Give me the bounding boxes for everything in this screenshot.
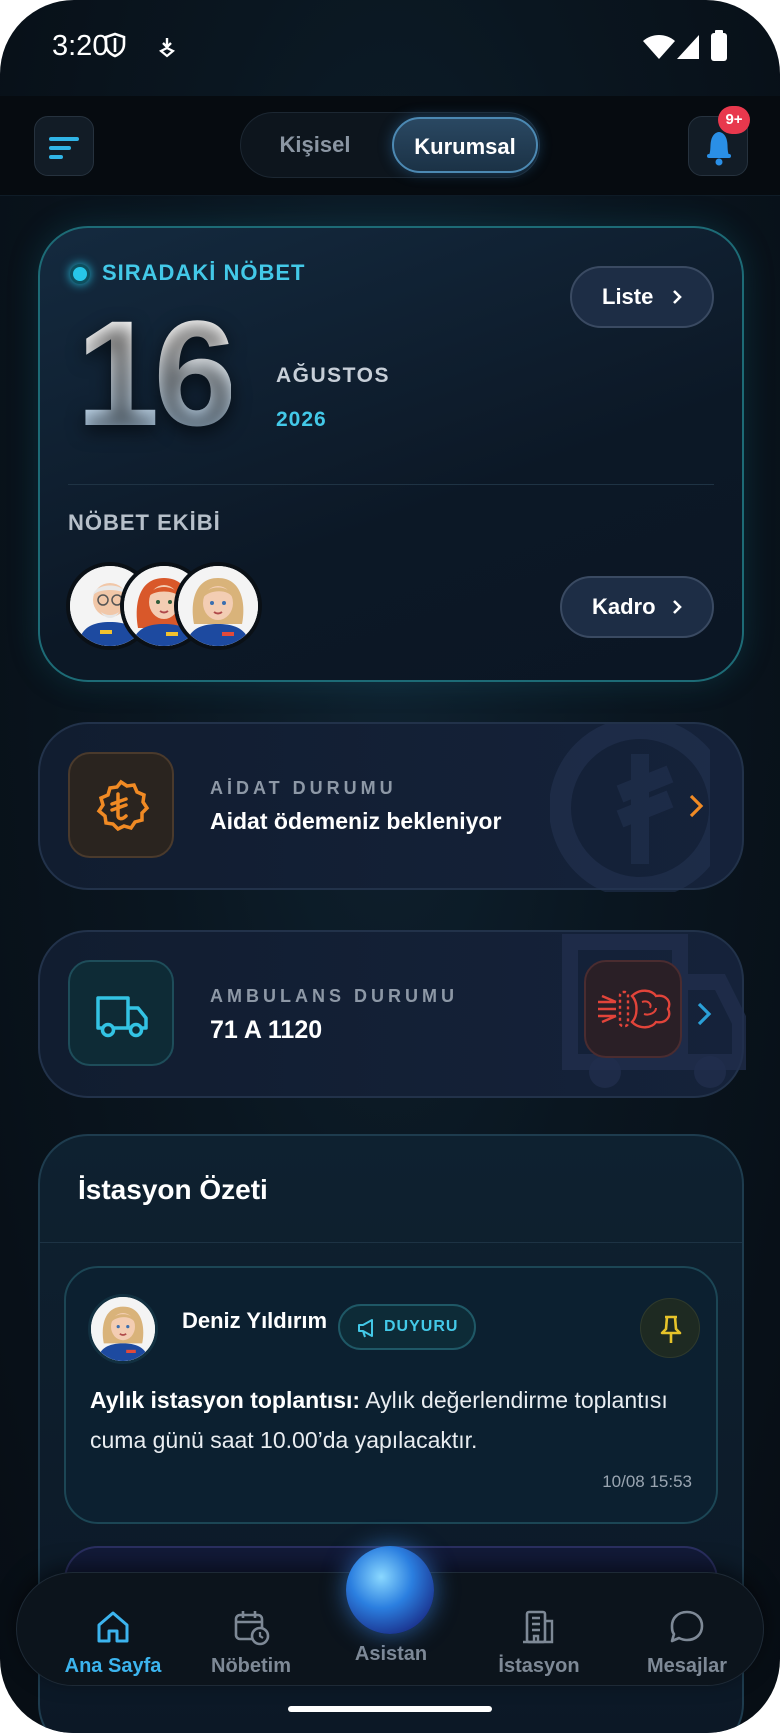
chat-bubble-icon xyxy=(670,1610,704,1643)
nav-home-label: Ana Sayfa xyxy=(64,1655,162,1677)
engine-warning-box xyxy=(584,960,682,1058)
shield-icon xyxy=(104,32,126,58)
ambulance-status-card[interactable]: AMBULANS DURUMU 71 A 1120 xyxy=(38,930,746,1098)
shift-year: 2026 xyxy=(276,408,327,431)
tab-personal[interactable]: Kişisel xyxy=(255,113,375,177)
list-button-label: Liste xyxy=(602,284,654,309)
nav-messages-label: Mesajlar xyxy=(646,1655,728,1677)
avatar[interactable] xyxy=(174,562,262,650)
nav-home[interactable]: Ana Sayfa xyxy=(43,1607,183,1678)
station-summary-title: İstasyon Özeti xyxy=(78,1174,268,1205)
tab-corporate[interactable]: Kurumsal xyxy=(392,117,538,173)
nav-assistant-label: Asistan xyxy=(354,1643,428,1665)
calendar-clock-icon xyxy=(234,1611,270,1646)
megaphone-icon xyxy=(358,1319,373,1338)
roster-button[interactable]: Kadro xyxy=(560,576,714,638)
roster-button-label: Kadro xyxy=(592,594,656,619)
assistant-orb-icon[interactable] xyxy=(346,1546,434,1634)
nav-assistant[interactable]: Asistan xyxy=(321,1643,461,1666)
phone-screen: 3:20 Kişisel Kurumsal 9+ SIRADAKİ NÖBET … xyxy=(0,0,780,1733)
post-timestamp: 10/08 15:53 xyxy=(602,1472,692,1491)
chevron-right-icon xyxy=(673,290,682,304)
divider xyxy=(68,484,714,485)
wifi-icon xyxy=(643,35,675,59)
announcement-tag-label: DUYURU xyxy=(384,1318,459,1335)
chevron-right-icon xyxy=(697,1002,712,1026)
next-shift-label: SIRADAKİ NÖBET xyxy=(102,260,306,285)
avatar xyxy=(88,1294,158,1364)
exhaust-warning-icon xyxy=(598,989,671,1029)
status-bar: 3:20 xyxy=(0,0,780,96)
notification-badge: 9+ xyxy=(718,106,750,134)
announcement-tag: DUYURU xyxy=(338,1304,476,1350)
ambulance-plate: 71 A 1120 xyxy=(210,1016,323,1044)
top-bar: Kişisel Kurumsal 9+ xyxy=(0,96,780,196)
shift-day: 16 xyxy=(76,289,237,457)
next-shift-card: SIRADAKİ NÖBET Liste 16 AĞUSTOS 2026 NÖB… xyxy=(38,226,744,682)
status-time: 3:20 xyxy=(52,30,109,62)
divider xyxy=(40,1242,742,1243)
status-dot xyxy=(70,264,90,284)
shift-month: AĞUSTOS xyxy=(276,364,390,387)
ambulance-icon-box xyxy=(68,960,174,1066)
lira-badge-icon xyxy=(96,779,150,832)
home-indicator[interactable] xyxy=(288,1706,492,1712)
author-avatar-image xyxy=(91,1297,155,1361)
battery-icon xyxy=(711,30,727,61)
nav-station-label: İstasyon xyxy=(498,1655,580,1677)
nav-my-shift-label: Nöbetim xyxy=(211,1655,291,1677)
pin-icon xyxy=(660,1315,682,1343)
avatar-paramedic-woman-blonde xyxy=(178,566,258,646)
list-button[interactable]: Liste xyxy=(570,266,714,328)
mode-switch: Kişisel Kurumsal xyxy=(240,112,540,178)
post-text: Aylık istasyon toplantısı: Aylık değerle… xyxy=(90,1380,700,1460)
menu-icon-line xyxy=(49,155,63,159)
nav-messages[interactable]: Mesajlar xyxy=(617,1607,757,1678)
dues-status-card[interactable]: AİDAT DURUMU Aidat ödemeniz bekleniyor xyxy=(38,722,744,892)
dues-icon-box xyxy=(68,752,174,858)
menu-icon xyxy=(49,137,79,141)
post-headline: Aylık istasyon toplantısı: xyxy=(90,1387,361,1413)
menu-icon-line xyxy=(49,146,71,150)
shift-team-label: NÖBET EKİBİ xyxy=(68,510,221,535)
building-icon xyxy=(523,1610,554,1644)
signal-icon xyxy=(677,35,699,59)
pin-button[interactable] xyxy=(640,1298,700,1358)
dues-title: Aidat ödemeniz bekleniyor xyxy=(210,808,502,834)
dues-kicker: AİDAT DURUMU xyxy=(210,778,397,798)
announcement-post[interactable]: Deniz Yıldırım DUYURU Aylık istasyon top… xyxy=(64,1266,718,1524)
chevron-right-icon xyxy=(689,794,704,818)
menu-button[interactable] xyxy=(34,116,94,176)
home-icon xyxy=(97,1611,129,1643)
truck-icon xyxy=(96,996,148,1038)
nav-station[interactable]: İstasyon xyxy=(469,1607,609,1678)
post-author: Deniz Yıldırım xyxy=(182,1308,328,1333)
chevron-right-icon xyxy=(673,600,682,614)
download-status-icon xyxy=(159,38,175,58)
ambulance-kicker: AMBULANS DURUMU xyxy=(210,986,458,1006)
nav-my-shift[interactable]: Nöbetim xyxy=(181,1607,321,1678)
